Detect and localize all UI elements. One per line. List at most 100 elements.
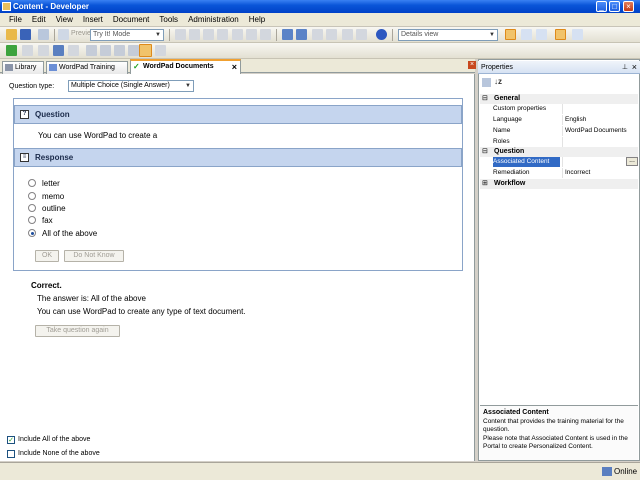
option-fax-radio[interactable] [28,216,36,224]
pin-icon[interactable]: ⊥ [622,61,628,74]
property-value[interactable]: Incorrect [562,168,638,178]
menu-view[interactable]: View [56,15,73,24]
response-icon: ≡ [20,153,29,162]
close-pane-icon[interactable]: × [632,61,637,74]
mode-select-value: Try It! Mode [93,31,131,38]
property-row[interactable]: Language English [480,115,638,125]
response-heading: Response [35,153,74,162]
property-row[interactable]: Custom properties [480,104,638,114]
publish-icon[interactable] [38,29,49,40]
ellipsis-button[interactable]: ... [626,157,638,166]
option-all-radio[interactable] [28,229,36,237]
pane-toggle-icon[interactable] [572,29,583,40]
minimize-button[interactable]: _ [596,1,607,12]
menu-file[interactable]: File [9,15,22,24]
category-question[interactable]: ⊟ Question [480,147,638,157]
window-title: Content - Developer [13,2,90,11]
tab-wordpad-documents[interactable]: ✓ WordPad Documents × [130,59,241,74]
paste-icon[interactable] [203,29,214,40]
category-general[interactable]: ⊟ General [480,94,638,104]
menu-help[interactable]: Help [249,15,265,24]
toolbar-separator [169,29,170,41]
include-all-checkbox[interactable]: ✓ [7,436,15,444]
title-bar: Content - Developer [0,0,640,13]
option-letter-radio[interactable] [28,179,36,187]
menu-insert[interactable]: Insert [83,15,103,24]
property-row-selected[interactable]: Associated Content ... [480,157,638,167]
question-type-select[interactable]: Multiple Choice (Single Answer) ▼ [68,80,194,92]
maximize-button[interactable]: □ [609,1,620,12]
menu-edit[interactable]: Edit [32,15,46,24]
paste-special-icon[interactable] [217,29,228,40]
do-not-know-button[interactable]: Do Not Know [64,250,124,262]
tab-wordpad-training[interactable]: WordPad Training [46,61,128,74]
layout-details-icon[interactable] [505,29,516,40]
take-question-again-button[interactable]: Take question again [35,325,120,337]
add-icon[interactable] [312,29,323,40]
menu-tools[interactable]: Tools [159,15,178,24]
move-up-icon[interactable] [86,45,97,56]
option-memo-radio[interactable] [28,192,36,200]
option-outline-radio[interactable] [28,204,36,212]
collapse-icon[interactable]: ⊟ [482,94,488,104]
edit-pencil-icon[interactable] [139,44,152,57]
undo-icon[interactable] [282,29,293,40]
help-icon[interactable] [376,29,387,40]
layout-split-icon[interactable] [521,29,532,40]
tab-library[interactable]: Library [2,61,44,74]
image-icon[interactable] [53,45,64,56]
feedback-answer: The answer is: All of the above [37,294,146,303]
link-icon[interactable] [260,29,271,40]
category-workflow[interactable]: ⊞ Workflow [480,179,638,189]
property-row[interactable]: Roles [480,137,638,147]
menu-administration[interactable]: Administration [188,15,239,24]
close-editor-icon[interactable]: × [468,61,476,69]
menu-document[interactable]: Document [113,15,149,24]
property-row[interactable]: Remediation Incorrect [480,168,638,178]
recorder-icon[interactable] [155,45,166,56]
delete-icon[interactable] [232,29,243,40]
properties-pane-icon[interactable] [555,29,566,40]
property-value[interactable]: WordPad Documents [562,126,638,136]
chevron-down-icon: ▼ [155,32,161,38]
collapse-icon[interactable]: ⊟ [482,147,488,157]
insert-frame-icon[interactable] [6,45,17,56]
property-description: Associated Content Content that provides… [480,405,638,460]
outdent-icon[interactable] [128,45,139,56]
property-value[interactable]: English [562,115,638,125]
network-icon [602,467,612,476]
open-folder-icon[interactable] [6,29,17,40]
property-value[interactable] [562,137,638,147]
mode-select[interactable]: Try It! Mode ▼ [90,29,164,41]
section-icon[interactable] [38,45,49,56]
remove-icon[interactable] [326,29,337,40]
close-tab-icon[interactable]: × [232,62,237,73]
preview-icon[interactable] [58,29,69,40]
indent-icon[interactable] [114,45,125,56]
view-select[interactable]: Details view ▼ [398,29,498,41]
expand-icon[interactable]: ⊞ [482,179,488,189]
categorized-view-icon[interactable] [482,78,491,87]
property-key: Language [493,116,522,123]
new-document-icon[interactable] [22,45,33,56]
ok-button[interactable]: OK [35,250,59,262]
redo-icon[interactable] [296,29,307,40]
topic-icon[interactable] [68,45,79,56]
spell-check-icon[interactable] [342,29,353,40]
property-row[interactable]: Name WordPad Documents [480,126,638,136]
option-outline-label: outline [42,204,66,213]
cut-icon[interactable] [175,29,186,40]
save-icon[interactable] [20,29,31,40]
properties-icon[interactable] [356,29,367,40]
sort-alpha-icon[interactable]: ↓z [494,77,502,86]
move-down-icon[interactable] [100,45,111,56]
question-text[interactable]: You can use WordPad to create a [38,131,157,140]
include-none-checkbox[interactable] [7,450,15,458]
property-key: Remediation [493,169,530,176]
toolbar-separator [392,29,393,41]
close-window-button[interactable]: × [623,1,634,12]
find-icon[interactable] [246,29,257,40]
layout-columns-icon[interactable] [536,29,547,40]
copy-icon[interactable] [189,29,200,40]
property-value[interactable] [562,104,638,114]
